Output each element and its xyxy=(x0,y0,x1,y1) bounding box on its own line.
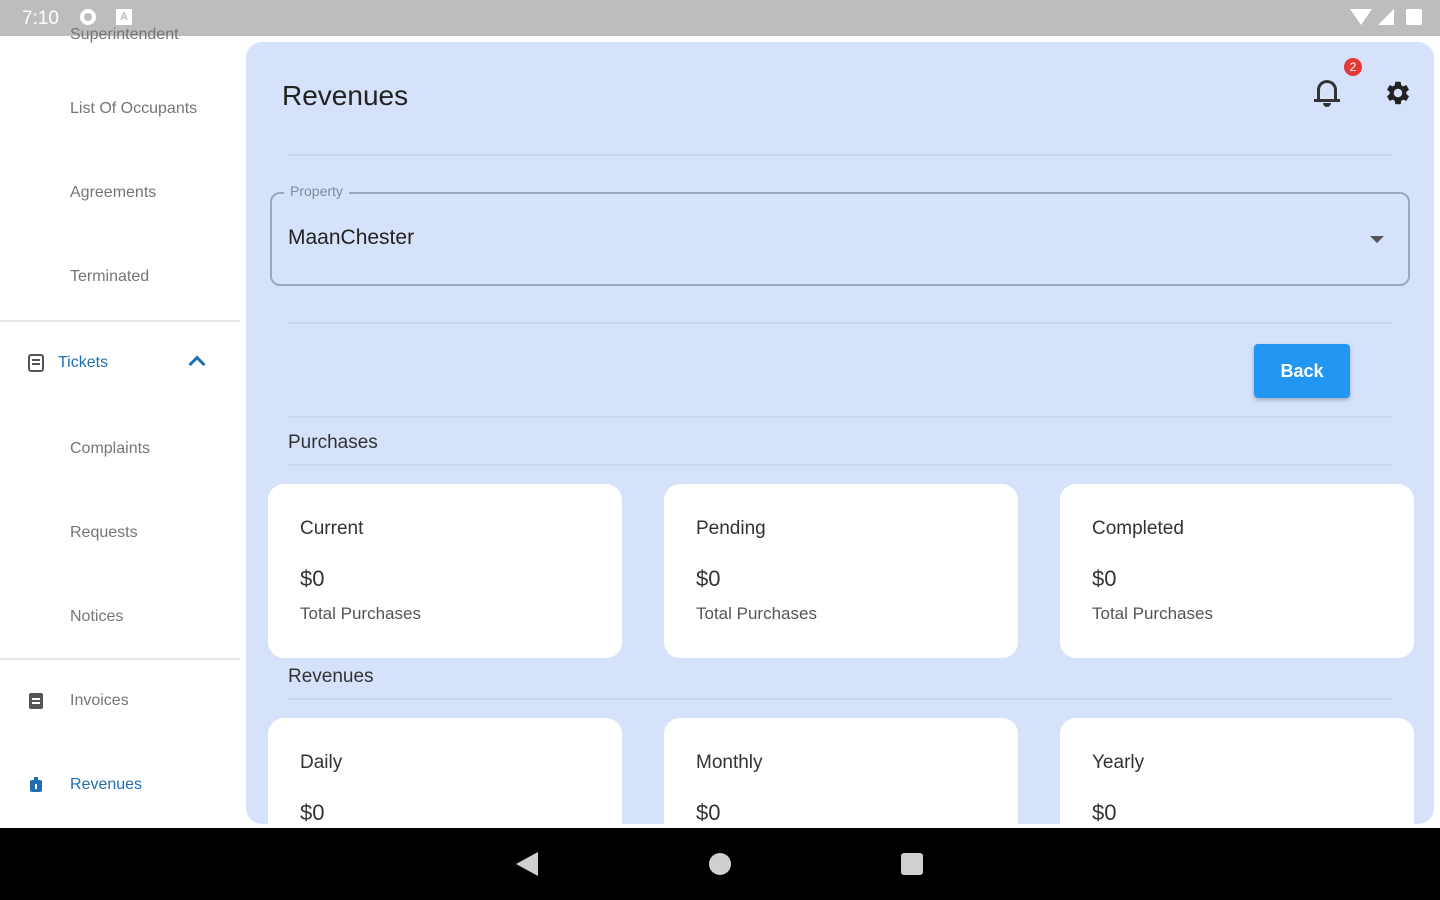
card-title: Pending xyxy=(696,518,766,539)
card-title: Monthly xyxy=(696,752,763,773)
card-value: $0 xyxy=(696,566,721,591)
sidebar-item-requests[interactable]: Requests xyxy=(70,524,138,542)
back-button[interactable]: Back xyxy=(1254,344,1350,398)
chevron-up-icon[interactable] xyxy=(188,355,206,373)
card-value: $0 xyxy=(300,566,325,591)
settings-status-icon xyxy=(80,9,96,25)
sidebar-item-superintendent[interactable]: Superintendent xyxy=(70,26,179,44)
sidebar-divider xyxy=(0,658,240,660)
wifi-icon xyxy=(1350,9,1372,25)
card-title: Completed xyxy=(1092,518,1184,539)
revenue-card-daily[interactable]: Daily $0 xyxy=(268,718,622,824)
card-value: $0 xyxy=(1092,800,1117,824)
card-value: $0 xyxy=(696,800,721,824)
revenues-section-title: Revenues xyxy=(288,666,374,687)
signal-icon xyxy=(1378,9,1394,25)
property-select[interactable]: Property MaanChester xyxy=(270,183,1410,286)
notifications-button[interactable] xyxy=(1314,78,1340,108)
battery-icon xyxy=(1406,9,1422,25)
ticket-icon xyxy=(28,354,44,372)
sidebar-item-terminated[interactable]: Terminated xyxy=(70,268,149,286)
card-title: Current xyxy=(300,518,364,539)
revenue-icon xyxy=(30,777,42,792)
nav-home-icon[interactable] xyxy=(709,853,731,875)
sidebar-item-revenues[interactable]: Revenues xyxy=(0,766,240,806)
invoice-icon xyxy=(29,693,43,709)
divider xyxy=(288,154,1392,156)
divider xyxy=(288,322,1392,324)
status-time: 7:10 xyxy=(22,8,59,29)
nav-back-icon[interactable] xyxy=(516,852,538,876)
page-title: Revenues xyxy=(282,80,409,111)
divider xyxy=(288,416,1392,418)
purchases-section-title: Purchases xyxy=(288,432,378,453)
gear-icon[interactable] xyxy=(1384,79,1412,107)
sidebar-item-invoices[interactable]: Invoices xyxy=(0,682,240,722)
card-title: Daily xyxy=(300,752,343,773)
card-title: Yearly xyxy=(1092,752,1145,773)
card-subtitle: Total Purchases xyxy=(300,604,421,623)
purchase-card-current[interactable]: Current $0 Total Purchases xyxy=(268,484,622,658)
revenue-card-yearly[interactable]: Yearly $0 xyxy=(1060,718,1414,824)
sidebar-item-list-of-occupants[interactable]: List Of Occupants xyxy=(70,100,197,118)
purchase-card-pending[interactable]: Pending $0 Total Purchases xyxy=(664,484,1018,658)
property-select-label: Property xyxy=(284,183,349,199)
sidebar-item-label: Revenues xyxy=(70,776,143,793)
divider xyxy=(288,464,1392,466)
status-bar: 7:10 A xyxy=(0,0,1440,36)
sidebar-divider xyxy=(0,320,240,322)
sidebar-item-notices[interactable]: Notices xyxy=(70,608,123,626)
sidebar-section-label: Tickets xyxy=(58,354,109,371)
sidebar: Superintendent List Of Occupants Agreeme… xyxy=(0,26,240,828)
divider xyxy=(288,698,1392,700)
nav-recents-icon[interactable] xyxy=(901,853,923,875)
navigation-bar xyxy=(0,828,1440,900)
notification-badge: 2 xyxy=(1344,58,1362,76)
revenue-card-monthly[interactable]: Monthly $0 xyxy=(664,718,1018,824)
accessibility-status-icon: A xyxy=(116,9,132,25)
card-subtitle: Total Purchases xyxy=(696,604,817,623)
property-select-value: MaanChester xyxy=(288,226,415,249)
dropdown-arrow-icon[interactable] xyxy=(1370,236,1384,243)
purchase-card-completed[interactable]: Completed $0 Total Purchases xyxy=(1060,484,1414,658)
sidebar-item-agreements[interactable]: Agreements xyxy=(70,184,156,202)
sidebar-section-tickets[interactable]: Tickets xyxy=(0,344,240,384)
sidebar-item-complaints[interactable]: Complaints xyxy=(70,440,150,458)
card-value: $0 xyxy=(300,800,325,824)
sidebar-item-label: Invoices xyxy=(70,692,129,709)
main-panel: Revenues 2 Property MaanChester Back Pur… xyxy=(246,42,1434,824)
card-subtitle: Total Purchases xyxy=(1092,604,1213,623)
card-value: $0 xyxy=(1092,566,1117,591)
